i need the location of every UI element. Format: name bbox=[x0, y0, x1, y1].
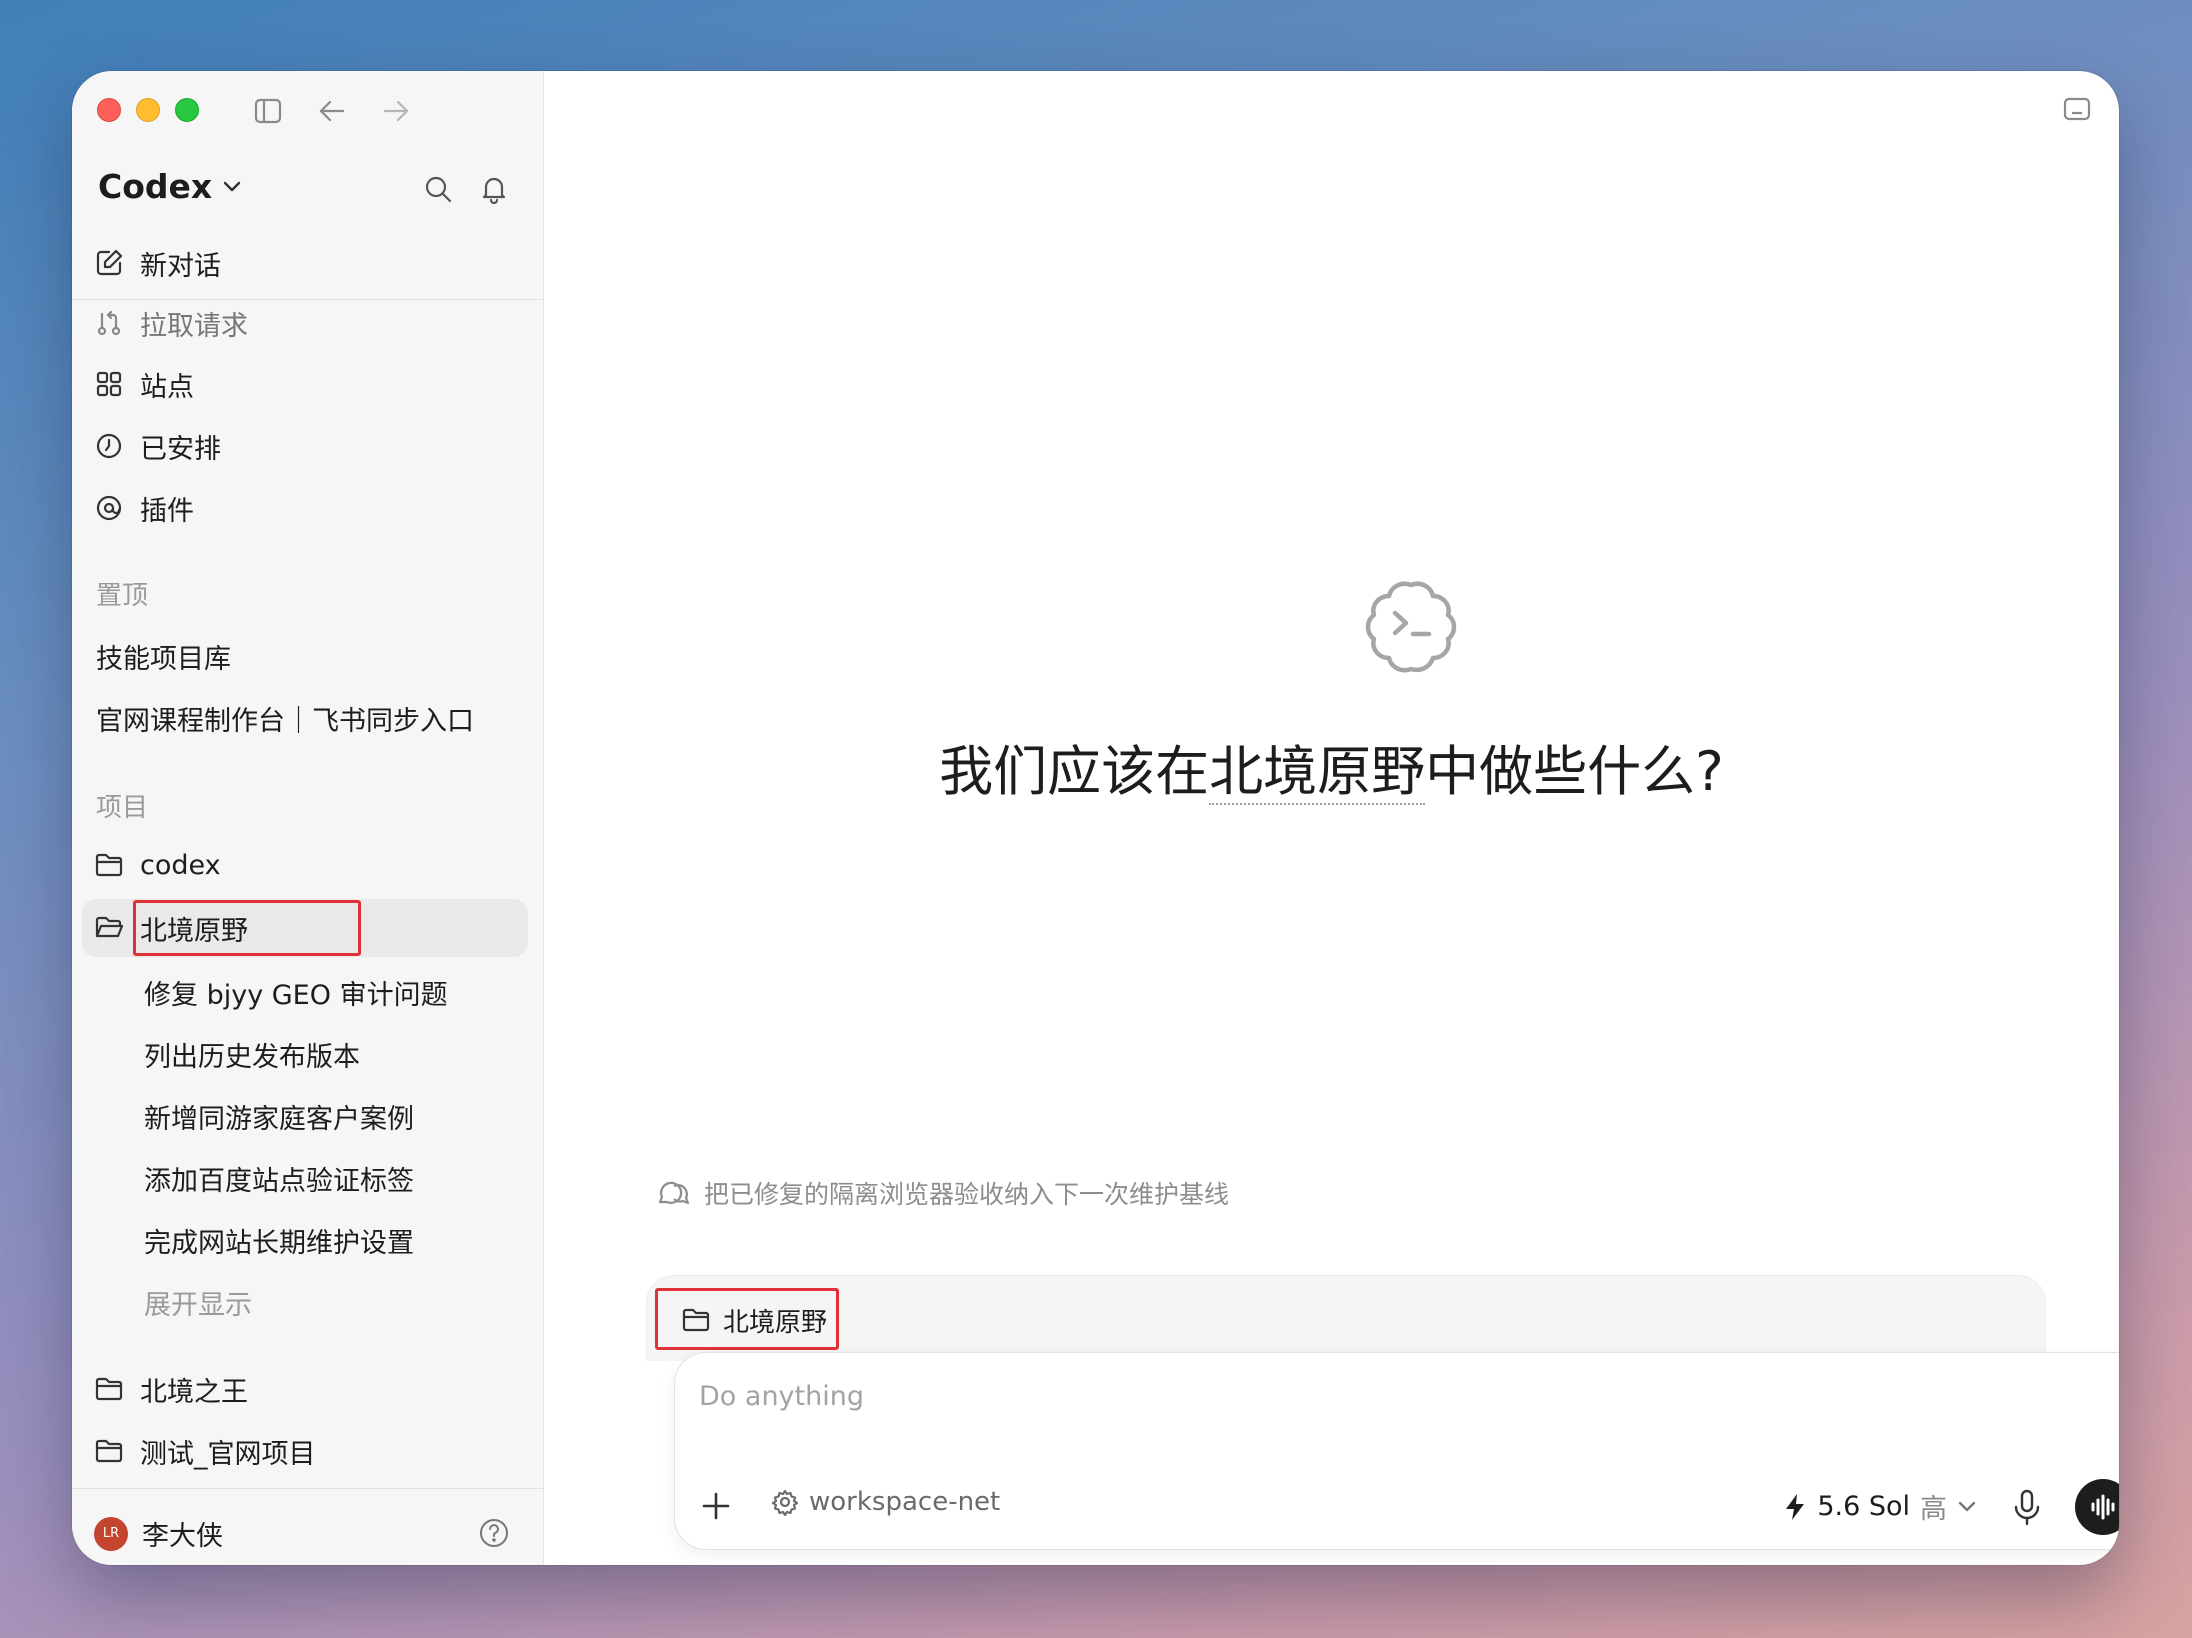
toggle-sidebar-icon[interactable] bbox=[250, 93, 286, 129]
back-arrow-icon[interactable] bbox=[314, 93, 350, 129]
project-label: codex bbox=[140, 849, 221, 881]
sidebar-item-scheduled[interactable]: 已安排 bbox=[94, 420, 221, 472]
voice-mode-button[interactable] bbox=[2075, 1479, 2119, 1535]
model-selector[interactable]: 5.6 Sol 高 bbox=[1783, 1487, 1977, 1526]
projects-section-label: 项目 bbox=[96, 793, 149, 823]
project-context-tray: 北境原野 bbox=[646, 1275, 2046, 1361]
suggestion-item[interactable]: 把已修复的隔离浏览器验收纳入下一次维护基线 bbox=[656, 1175, 1229, 1211]
hero-suffix: 中做些什么? bbox=[1425, 740, 1724, 803]
thread-item[interactable]: 添加百度站点验证标签 bbox=[144, 1159, 414, 1198]
divider bbox=[72, 1488, 544, 1489]
minimize-window-button[interactable] bbox=[136, 98, 160, 122]
microphone-icon bbox=[2014, 1489, 2040, 1526]
project-test-site[interactable]: 测试_官网项目 bbox=[94, 1423, 316, 1479]
sidebar-item-label: 拉取请求 bbox=[140, 310, 248, 342]
thread-item[interactable]: 新增同游家庭客户案例 bbox=[144, 1097, 414, 1136]
chevron-down-icon bbox=[223, 181, 241, 191]
project-beijing-zhiwang[interactable]: 北境之王 bbox=[94, 1361, 248, 1417]
chevron-down-icon bbox=[1958, 1501, 1976, 1511]
codex-logo-icon bbox=[1359, 571, 1463, 675]
pinned-item[interactable]: 官网课程制作台｜飞书同步入口 bbox=[96, 699, 474, 738]
composer-toolbar: workspace-net 5.6 Sol 高 bbox=[675, 1479, 2119, 1535]
folder-icon bbox=[95, 1377, 123, 1401]
user-name: 李大侠 bbox=[142, 1521, 223, 1552]
folder-open-icon bbox=[95, 916, 124, 938]
thread-item[interactable]: 列出历史发布版本 bbox=[144, 1035, 360, 1074]
model-label: 5.6 Sol bbox=[1817, 1491, 1910, 1522]
clock-icon bbox=[96, 433, 122, 459]
sidebar-item-label: 已安排 bbox=[140, 433, 221, 465]
environment-selector[interactable]: workspace-net bbox=[771, 1487, 1000, 1517]
pull-request-icon bbox=[97, 310, 121, 336]
window-controls bbox=[97, 98, 199, 122]
plugin-icon bbox=[96, 495, 122, 521]
sidebar-item-label: 新对话 bbox=[140, 250, 221, 282]
hero-project-name[interactable]: 北境原野 bbox=[1209, 740, 1426, 805]
app-window: Codex 新对话 拉取请求 站点 已安排 插件 置顶 技能项目库 官网课程制作… bbox=[72, 71, 2119, 1565]
folder-icon bbox=[95, 853, 123, 877]
folder-icon bbox=[95, 1439, 123, 1463]
sidebar-item-sites[interactable]: 站点 bbox=[94, 358, 194, 410]
sidebar-item-new-chat[interactable]: 新对话 bbox=[94, 237, 221, 289]
project-label: 北境之王 bbox=[140, 1376, 248, 1408]
help-icon[interactable] bbox=[478, 1517, 510, 1549]
sidebar-item-pull-requests[interactable]: 拉取请求 bbox=[94, 297, 248, 349]
highlight-box bbox=[133, 900, 361, 956]
chat-bubbles-icon bbox=[658, 1181, 690, 1205]
thread-item[interactable]: 完成网站长期维护设置 bbox=[144, 1221, 414, 1260]
minimize-panel-icon[interactable] bbox=[2059, 91, 2095, 127]
gear-icon bbox=[771, 1489, 799, 1516]
lightning-icon bbox=[1786, 1493, 1805, 1520]
workspace-switcher[interactable]: Codex bbox=[98, 167, 242, 206]
user-profile[interactable]: LR 李大侠 bbox=[94, 1514, 223, 1553]
sites-icon bbox=[96, 371, 122, 397]
composer: Do anything workspace-net 5.6 Sol 高 bbox=[674, 1352, 2119, 1550]
sidebar-item-plugins[interactable]: 插件 bbox=[94, 482, 194, 534]
new-chat-icon bbox=[96, 249, 123, 276]
thread-item[interactable]: 修复 bjyy GEO 审计问题 bbox=[144, 973, 448, 1012]
sidebar-item-label: 插件 bbox=[140, 495, 194, 527]
effort-label: 高 bbox=[1920, 1494, 1947, 1525]
sidebar-item-label: 站点 bbox=[140, 371, 194, 403]
suggestion-text: 把已修复的隔离浏览器验收纳入下一次维护基线 bbox=[704, 1180, 1230, 1209]
pinned-section-label: 置顶 bbox=[96, 581, 149, 611]
highlight-box bbox=[655, 1288, 839, 1350]
search-icon[interactable] bbox=[418, 169, 458, 209]
composer-input[interactable]: Do anything bbox=[699, 1381, 864, 1412]
project-label: 测试_官网项目 bbox=[140, 1438, 316, 1470]
hero-prompt: 我们应该在北境原野中做些什么? bbox=[544, 727, 2119, 806]
expand-threads-link[interactable]: 展开显示 bbox=[144, 1283, 252, 1322]
waveform-icon bbox=[2091, 1494, 2115, 1520]
brand-title: Codex bbox=[98, 167, 213, 206]
plus-icon bbox=[702, 1492, 730, 1520]
avatar: LR bbox=[94, 1516, 128, 1551]
forward-arrow-icon[interactable] bbox=[378, 93, 414, 129]
bell-icon[interactable] bbox=[474, 169, 514, 209]
close-window-button[interactable] bbox=[97, 98, 121, 122]
add-attachment-button[interactable] bbox=[699, 1489, 733, 1523]
zoom-window-button[interactable] bbox=[175, 98, 199, 122]
sidebar: Codex 新对话 拉取请求 站点 已安排 插件 置顶 技能项目库 官网课程制作… bbox=[72, 71, 544, 1565]
pinned-item[interactable]: 技能项目库 bbox=[96, 637, 231, 676]
project-codex[interactable]: codex bbox=[94, 837, 221, 893]
hero-prefix: 我们应该在 bbox=[939, 740, 1210, 803]
environment-label: workspace-net bbox=[809, 1487, 1001, 1517]
microphone-button[interactable] bbox=[2009, 1487, 2045, 1527]
main-panel: 我们应该在北境原野中做些什么? 把已修复的隔离浏览器验收纳入下一次维护基线 北境… bbox=[544, 71, 2119, 1565]
